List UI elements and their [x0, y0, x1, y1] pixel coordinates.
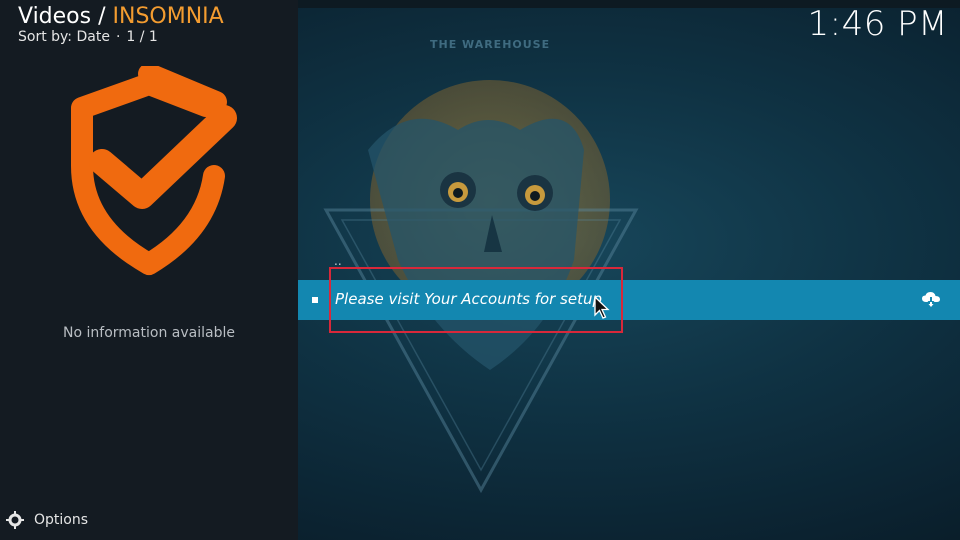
kodi-screen: THE WAREHOUSE Videos / INSOMNIA Sort by:…	[0, 0, 960, 540]
clock: 1:46 PM	[807, 4, 948, 44]
annotation-highlight-box	[329, 267, 623, 333]
page-count: 1 / 1	[126, 29, 158, 45]
options-gear-icon	[6, 511, 24, 529]
fanart-watermark-text: THE WAREHOUSE	[430, 38, 551, 51]
addon-name: INSOMNIA	[112, 4, 224, 29]
options-label: Options	[34, 512, 89, 528]
options-button[interactable]: Options	[6, 511, 88, 529]
no-info-text: No information available	[63, 325, 235, 341]
info-panel: Videos / INSOMNIA Sort by: Date · 1 / 1 No…	[0, 0, 298, 540]
parent-folder-item[interactable]: ..	[334, 254, 342, 268]
cloud-download-icon	[922, 292, 940, 307]
separator-dot: ·	[115, 29, 121, 45]
bullet-icon	[312, 297, 318, 303]
section-label: Videos	[18, 4, 92, 29]
breadcrumb-separator: /	[91, 4, 113, 29]
addon-shield-logo	[71, 66, 237, 275]
page-title: Videos / INSOMNIA	[18, 4, 224, 29]
sort-label: Sort by: Date	[18, 29, 110, 45]
mouse-cursor-icon	[594, 296, 610, 319]
sort-info: Sort by: Date · 1 / 1	[18, 29, 158, 45]
